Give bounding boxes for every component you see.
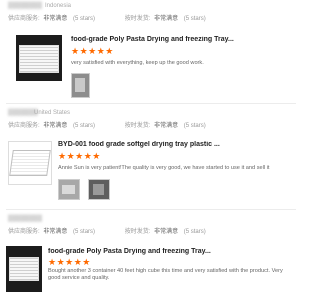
review-photo[interactable]: [58, 179, 80, 200]
supplier-service-value: 非常满意: [43, 229, 68, 235]
photo-content: [62, 185, 75, 194]
product-image: [19, 45, 59, 73]
product-image: [9, 150, 51, 176]
delivery-value: 非常满意: [154, 123, 179, 129]
product-title-link[interactable]: food-grade Poly Pasta Drying and freezin…: [48, 248, 293, 255]
supplier-service-stars: (5 stars): [73, 229, 96, 235]
review-meta: 供应商服务: 非常满意 (5 stars) 按时发货: 非常满意 (5 star…: [8, 226, 206, 235]
product-thumbnail[interactable]: [6, 246, 42, 292]
delivery-label: 按时发货:: [124, 229, 151, 235]
review-text: very satisfied with everything, keep up …: [71, 60, 204, 66]
product-title-link[interactable]: food-grade Poly Pasta Drying and freezin…: [71, 36, 293, 43]
review-divider: [6, 103, 296, 104]
reviewer-country: United States: [34, 110, 71, 116]
reviewer-name-blurred: ████████: [8, 3, 43, 9]
product-thumbnail[interactable]: [8, 141, 52, 185]
delivery-stars: (5 stars): [183, 229, 206, 235]
supplier-service-value: 非常满意: [43, 16, 68, 22]
review-meta: 供应商服务: 非常满意 (5 stars) 按时发货: 非常满意 (5 star…: [8, 13, 206, 22]
delivery-label: 按时发货:: [124, 16, 151, 22]
review-divider: [6, 209, 296, 210]
delivery-value: 非常满意: [154, 229, 179, 235]
delivery-label: 按时发货:: [124, 123, 151, 129]
review-text: Annie Sun is very patient!The quality is…: [58, 165, 270, 171]
delivery-stars: (5 stars): [183, 16, 206, 22]
review-photo[interactable]: [88, 179, 110, 200]
delivery-stars: (5 stars): [183, 123, 206, 129]
supplier-service-label: 供应商服务:: [8, 123, 40, 129]
rating-stars: ★★★★★: [58, 151, 101, 161]
supplier-service-stars: (5 stars): [73, 123, 96, 129]
reviewer-name-blurred: ████████: [8, 216, 43, 222]
rating-stars: ★★★★★: [71, 46, 114, 56]
photo-content: [75, 78, 85, 92]
rating-stars: ★★★★★: [48, 257, 91, 267]
review-text: Bought another 3 container 40 feet high …: [48, 268, 283, 281]
review-meta: 供应商服务: 非常满意 (5 stars) 按时发货: 非常满意 (5 star…: [8, 120, 206, 129]
product-title-link[interactable]: BYD-001 food grade softgel drying tray p…: [58, 141, 293, 148]
supplier-service-stars: (5 stars): [73, 16, 96, 22]
photo-content: [93, 184, 104, 195]
product-image: [9, 257, 39, 281]
supplier-service-label: 供应商服务:: [8, 229, 40, 235]
delivery-value: 非常满意: [154, 16, 179, 22]
reviewer-country: Indonesia: [45, 3, 72, 9]
supplier-service-value: 非常满意: [43, 123, 68, 129]
review-photo[interactable]: [71, 73, 90, 98]
supplier-service-label: 供应商服务:: [8, 16, 40, 22]
product-thumbnail[interactable]: [16, 35, 62, 81]
